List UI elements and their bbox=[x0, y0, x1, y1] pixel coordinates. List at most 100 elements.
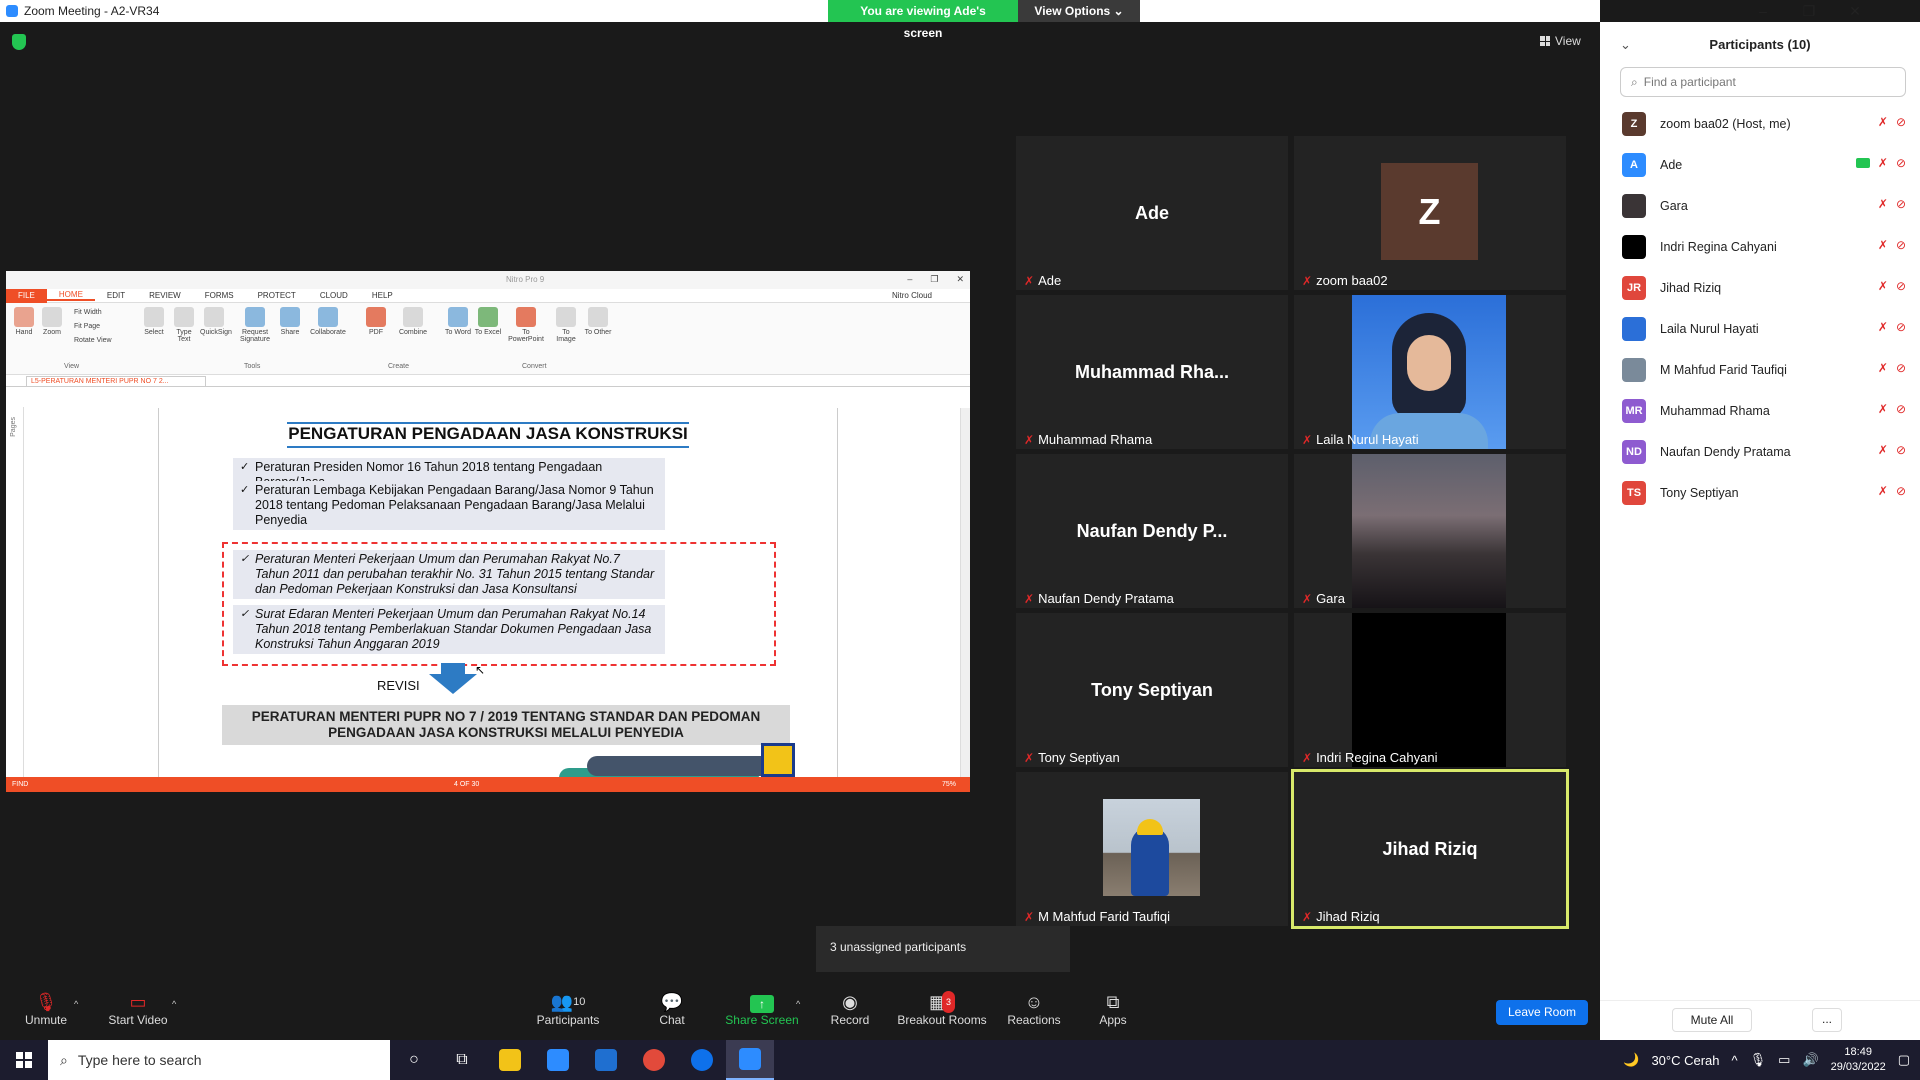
video-tile-zoom-baa02[interactable]: Z ✗ zoom baa02 bbox=[1294, 136, 1566, 290]
menu-file[interactable]: FILE bbox=[6, 288, 47, 303]
to-image-tool[interactable]: To Image bbox=[552, 307, 580, 343]
apps-button[interactable]: ⧉ Apps bbox=[1098, 991, 1128, 1027]
chrome-icon[interactable] bbox=[630, 1040, 678, 1080]
participant-row[interactable]: Indri Regina Cahyani ✗ ⊘ bbox=[1600, 226, 1920, 267]
request-signature-tool[interactable]: Request Signature bbox=[238, 307, 272, 343]
select-tool[interactable]: Select bbox=[140, 307, 168, 336]
hand-tool[interactable]: Hand bbox=[10, 307, 38, 336]
type-text-tool[interactable]: Type Text bbox=[170, 307, 198, 343]
participant-row[interactable]: JR Jihad Riziq ✗ ⊘ bbox=[1600, 267, 1920, 308]
maximize-icon[interactable]: ❐ bbox=[1786, 0, 1832, 22]
zoom-taskbar-icon[interactable] bbox=[726, 1040, 774, 1080]
network-icon[interactable]: ▭ bbox=[1778, 1052, 1790, 1068]
to-other-tool[interactable]: To Other bbox=[582, 307, 614, 336]
record-button[interactable]: ◉ Record bbox=[830, 991, 870, 1027]
audio-options-chevron-icon[interactable]: ^ bbox=[74, 999, 78, 1009]
unassigned-participants-notice[interactable]: 3 unassigned participants bbox=[816, 926, 1070, 972]
teamviewer-icon[interactable] bbox=[678, 1040, 726, 1080]
menu-edit[interactable]: EDIT bbox=[95, 291, 137, 300]
fit-page-button[interactable]: Fit Page bbox=[74, 323, 100, 330]
vertical-scrollbar[interactable] bbox=[960, 408, 970, 777]
video-tile-indri[interactable]: ✗ Indri Regina Cahyani bbox=[1294, 613, 1566, 767]
cortana-icon[interactable]: ○ bbox=[390, 1040, 438, 1080]
close-icon[interactable]: ✕ bbox=[1832, 0, 1878, 22]
participant-row[interactable]: Gara ✗ ⊘ bbox=[1600, 185, 1920, 226]
breakout-rooms-button[interactable]: ▦3 Breakout Rooms bbox=[896, 991, 988, 1027]
participant-row[interactable]: M Mahfud Farid Taufiqi ✗ ⊘ bbox=[1600, 349, 1920, 390]
participant-row[interactable]: ND Naufan Dendy Pratama ✗ ⊘ bbox=[1600, 431, 1920, 472]
start-button[interactable] bbox=[0, 1040, 48, 1080]
video-tile-naufan[interactable]: Naufan Dendy P... ✗ Naufan Dendy Pratama bbox=[1016, 454, 1288, 608]
video-tile-muhammad-rhama[interactable]: Muhammad Rha... ✗ Muhammad Rhama bbox=[1016, 295, 1288, 449]
more-options-button[interactable]: ... bbox=[1812, 1008, 1842, 1032]
participant-row[interactable]: Laila Nurul Hayati ✗ ⊘ bbox=[1600, 308, 1920, 349]
reactions-button[interactable]: ☺ Reactions bbox=[1006, 991, 1062, 1027]
video-tile-jihad[interactable]: Jihad Riziq ✗ Jihad Riziq bbox=[1291, 769, 1569, 929]
shared-screen[interactable]: Nitro Pro 9 – ❐ ✕ FILE HOME EDIT REVIEW FO… bbox=[6, 271, 970, 792]
to-word-tool[interactable]: To Word bbox=[444, 307, 472, 336]
nitro-maximize-icon[interactable]: ❐ bbox=[930, 274, 938, 285]
weather-text[interactable]: 30°C Cerah bbox=[1651, 1053, 1719, 1068]
menu-protect[interactable]: PROTECT bbox=[246, 291, 308, 300]
page-indicator[interactable]: 4 OF 30 bbox=[454, 777, 479, 792]
nitro-cloud-user[interactable]: Nitro Cloud bbox=[880, 291, 944, 300]
video-tile-mahfud[interactable]: ✗ M Mahfud Farid Taufiqi bbox=[1016, 772, 1288, 926]
unmute-button[interactable]: 🎙 Unmute bbox=[22, 991, 70, 1027]
zoom-level[interactable]: 75% bbox=[942, 777, 956, 792]
video-tile-gara[interactable]: ✗ Gara bbox=[1294, 454, 1566, 608]
volume-icon[interactable]: 🔊 bbox=[1802, 1052, 1818, 1068]
participant-row[interactable]: TS Tony Septiyan ✗ ⊘ bbox=[1600, 472, 1920, 513]
share-screen-button[interactable]: ↑ Share Screen bbox=[724, 991, 800, 1027]
to-excel-tool[interactable]: To Excel bbox=[474, 307, 502, 336]
chat-button[interactable]: 💬 Chat bbox=[656, 991, 688, 1027]
start-video-button[interactable]: ▭ Start Video bbox=[106, 991, 170, 1027]
video-tile-tony[interactable]: Tony Septiyan ✗ Tony Septiyan bbox=[1016, 613, 1288, 767]
notification-icon[interactable]: ▢ bbox=[1898, 1052, 1910, 1068]
view-button[interactable]: View bbox=[1540, 34, 1581, 48]
document-canvas[interactable]: PENGATURAN PENGADAAN JASA KONSTRUKSI Per… bbox=[24, 408, 964, 788]
rotate-view-button[interactable]: Rotate View bbox=[74, 337, 112, 344]
mute-all-button[interactable]: Mute All bbox=[1672, 1008, 1752, 1032]
nitro-minimize-icon[interactable]: – bbox=[907, 274, 912, 285]
pdf-tool[interactable]: PDF bbox=[362, 307, 390, 336]
collaborate-tool[interactable]: Collaborate bbox=[308, 307, 348, 336]
tray-chevron-icon[interactable]: ^ bbox=[1732, 1053, 1738, 1068]
combine-tool[interactable]: Combine bbox=[396, 307, 430, 336]
menu-forms[interactable]: FORMS bbox=[193, 291, 246, 300]
leave-room-button[interactable]: Leave Room bbox=[1496, 1000, 1588, 1025]
participants-button[interactable]: 👥10 Participants bbox=[536, 991, 600, 1027]
microphone-icon[interactable]: 🎙 bbox=[1750, 1052, 1767, 1068]
document-tab[interactable]: L5-PERATURAN MENTERI PUPR NO 7 2... bbox=[26, 376, 206, 387]
participant-row[interactable]: A Ade ✗ ⊘ bbox=[1600, 144, 1920, 185]
participant-row[interactable]: MR Muhammad Rhama ✗ ⊘ bbox=[1600, 390, 1920, 431]
view-options-button[interactable]: View Options ⌄ bbox=[1018, 0, 1140, 22]
zoom-tool[interactable]: Zoom bbox=[38, 307, 66, 336]
menu-home[interactable]: HOME bbox=[46, 290, 95, 301]
video-tile-laila[interactable]: ✗ Laila Nurul Hayati bbox=[1294, 295, 1566, 449]
task-view-icon[interactable]: ⧉ bbox=[438, 1040, 486, 1080]
menu-cloud[interactable]: CLOUD bbox=[308, 291, 360, 300]
minimize-icon[interactable]: – bbox=[1740, 0, 1786, 22]
file-explorer-icon[interactable] bbox=[486, 1040, 534, 1080]
share-options-chevron-icon[interactable]: ^ bbox=[796, 999, 800, 1009]
collapse-chevron-icon[interactable]: ⌄ bbox=[1620, 22, 1631, 67]
fit-width-button[interactable]: Fit Width bbox=[74, 309, 102, 316]
encryption-shield-icon[interactable] bbox=[12, 34, 26, 50]
video-options-chevron-icon[interactable]: ^ bbox=[172, 999, 176, 1009]
menu-help[interactable]: HELP bbox=[360, 291, 405, 300]
taskbar-search[interactable]: ⌕ Type here to search bbox=[48, 1040, 390, 1080]
mail-icon[interactable] bbox=[582, 1040, 630, 1080]
quicksign-tool[interactable]: QuickSign bbox=[200, 307, 232, 336]
menu-review[interactable]: REVIEW bbox=[137, 291, 193, 300]
find-participant-input[interactable]: ⌕ Find a participant bbox=[1620, 67, 1906, 97]
participant-row[interactable]: Z zoom baa02 (Host, me) ✗ ⊘ bbox=[1600, 103, 1920, 144]
nitro-close-icon[interactable]: ✕ bbox=[956, 274, 964, 285]
to-powerpoint-tool[interactable]: To PowerPoint bbox=[504, 307, 548, 343]
store-icon[interactable] bbox=[534, 1040, 582, 1080]
avatar bbox=[1622, 193, 1646, 218]
clock[interactable]: 18:49 29/03/2022 bbox=[1831, 1045, 1886, 1075]
find-button[interactable]: FIND bbox=[12, 777, 28, 792]
share-tool[interactable]: Share bbox=[276, 307, 304, 336]
pages-sidebar[interactable]: Pages bbox=[6, 407, 24, 777]
video-tile-ade[interactable]: Ade ✗ Ade bbox=[1016, 136, 1288, 290]
